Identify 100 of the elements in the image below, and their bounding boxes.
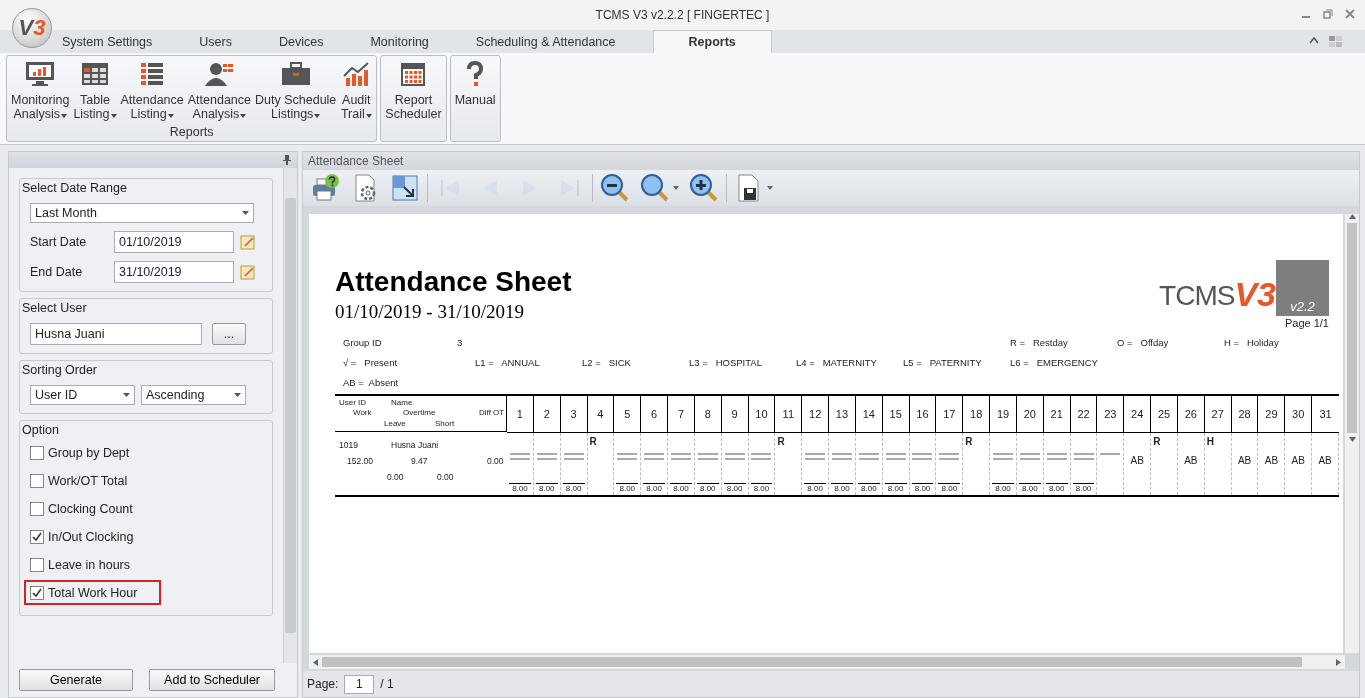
scroll-up-icon[interactable] — [1348, 214, 1356, 219]
ribbon-tab[interactable]: Users — [189, 30, 242, 53]
day-header: 13 — [835, 408, 849, 420]
page-number: Page 1/1 — [1284, 317, 1329, 329]
date-range-dropdown[interactable]: Last Month — [30, 203, 254, 223]
column-header: Overtime — [403, 408, 436, 419]
restore-icon[interactable] — [1323, 9, 1333, 19]
hours-value: 8.00 — [1072, 483, 1095, 493]
day-header: 26 — [1184, 408, 1197, 420]
legend-label: Group ID — [343, 337, 382, 348]
clock-times-drawing — [938, 453, 961, 460]
checkmark-icon — [32, 587, 42, 598]
scroll-down-icon[interactable] — [1348, 437, 1356, 442]
ribbon-button[interactable]: Report Scheduler — [383, 56, 444, 141]
ribbon-tab[interactable]: System Settings — [52, 30, 163, 53]
action-button[interactable]: Add to Scheduler — [149, 669, 275, 691]
start-date-field[interactable]: 01/10/2019 — [114, 231, 234, 253]
ribbon-tab[interactable]: Reports — [652, 30, 772, 53]
day-header: 18 — [970, 408, 983, 420]
ribbon-button[interactable]: Attendance Analysis — [185, 56, 253, 125]
export-icon — [390, 173, 420, 203]
ribbon-button[interactable]: Attendance Listing — [118, 56, 186, 125]
briefcase-icon — [279, 60, 312, 88]
day-header: 14 — [862, 408, 875, 420]
page-total: / 1 — [380, 677, 394, 691]
end-date-field[interactable]: 31/10/2019 — [114, 261, 234, 283]
table-cell: 152.00 — [347, 456, 373, 466]
ribbon-button[interactable]: Table Listing — [71, 56, 119, 125]
zoom-in-icon — [689, 173, 719, 203]
ribbon-button[interactable]: Duty Schedule Listings — [253, 56, 339, 125]
scroll-left-icon[interactable] — [313, 658, 318, 666]
clock-times-drawing — [1072, 453, 1095, 460]
ribbon-tab[interactable]: Scheduling & Attendance — [465, 30, 626, 53]
clock-times-drawing — [804, 453, 827, 460]
scrollbar[interactable] — [1345, 214, 1359, 653]
ribbon-tab[interactable]: Monitoring — [360, 30, 439, 53]
calendar-icon[interactable] — [240, 264, 256, 280]
ribbon-button[interactable]: Audit Trail — [338, 56, 375, 125]
option-checkbox[interactable]: Leave in hours — [30, 556, 130, 573]
legend-entry: O = Offday — [1117, 337, 1169, 348]
day-header: 2 — [543, 408, 550, 420]
option-checkbox[interactable]: Work/OT Total — [30, 472, 128, 489]
pin-icon[interactable] — [283, 155, 291, 165]
column-header: Short — [435, 418, 455, 429]
ribbon-button[interactable]: Manual — [452, 56, 498, 141]
browse-button[interactable]: ... — [212, 323, 246, 345]
logo-mark: V3 — [1234, 275, 1276, 314]
sort-field-dropdown[interactable]: User ID — [30, 385, 135, 405]
page-field[interactable]: 1 — [344, 674, 375, 694]
option-checkbox[interactable]: Group by Dept — [30, 444, 130, 461]
day-header: 24 — [1131, 408, 1144, 420]
user-field[interactable]: Husna Juani — [30, 323, 202, 345]
day-header: 16 — [916, 408, 929, 420]
end-date-label: End Date — [30, 265, 84, 279]
ribbon-tab[interactable]: Devices — [269, 30, 334, 53]
close-icon[interactable] — [1345, 9, 1355, 19]
printer-icon — [310, 173, 340, 203]
sort-order-dropdown[interactable]: Ascending — [141, 385, 246, 405]
zoom-icon — [640, 173, 670, 203]
scrollbar[interactable] — [309, 655, 1345, 669]
clock-times-drawing — [669, 453, 692, 460]
scrollbar[interactable] — [283, 168, 297, 663]
option-checkbox[interactable]: Clocking Count — [30, 500, 133, 517]
option-checkbox[interactable]: Total Work Hour — [30, 584, 138, 601]
hours-value: 8.00 — [670, 483, 692, 493]
legend-entry: AB = Absent — [343, 377, 399, 388]
collapse-ribbon-icon[interactable] — [1309, 36, 1319, 44]
checkmark-icon — [32, 531, 42, 542]
day-status: R — [589, 436, 597, 447]
day-header: 22 — [1077, 408, 1090, 420]
clock-times-drawing — [911, 453, 934, 460]
calendar-icon[interactable] — [240, 234, 256, 250]
version-badge: v2.2 — [1276, 260, 1329, 316]
action-button[interactable]: Generate — [19, 669, 133, 691]
report-title: Attendance Sheet — [335, 266, 572, 298]
group-title: Sorting Order — [22, 363, 99, 377]
legend-entry: L2 = SICK — [582, 357, 631, 368]
ribbon-button[interactable]: Monitoring Analysis — [9, 56, 72, 125]
legend-entry: R = Restday — [1010, 337, 1068, 348]
hours-value: 8.00 — [804, 483, 827, 493]
table-cell: 0.00 — [437, 472, 454, 482]
day-header: 4 — [597, 408, 604, 420]
column-header: Diff OT — [479, 408, 505, 419]
layout-icon[interactable] — [1329, 36, 1343, 48]
window-title: TCMS V3 v2.2.2 [ FINGERTEC ] — [595, 8, 770, 22]
caret-icon — [234, 393, 241, 397]
day-header: 8 — [704, 408, 711, 420]
scroll-right-icon[interactable] — [1336, 658, 1341, 666]
clock-times-drawing — [1018, 453, 1041, 460]
clock-times-drawing — [535, 453, 558, 460]
column-header: Name — [391, 398, 413, 409]
day-header: 11 — [782, 408, 794, 420]
zoom-out-icon — [600, 173, 630, 203]
hours-value: 8.00 — [723, 483, 746, 493]
option-checkbox[interactable]: In/Out Clocking — [30, 528, 134, 545]
hours-value: 8.00 — [1018, 483, 1041, 493]
app-logo[interactable]: V3 — [12, 8, 52, 48]
caret-icon — [242, 211, 249, 215]
caret-icon — [673, 186, 679, 190]
day-header: 29 — [1265, 408, 1278, 420]
